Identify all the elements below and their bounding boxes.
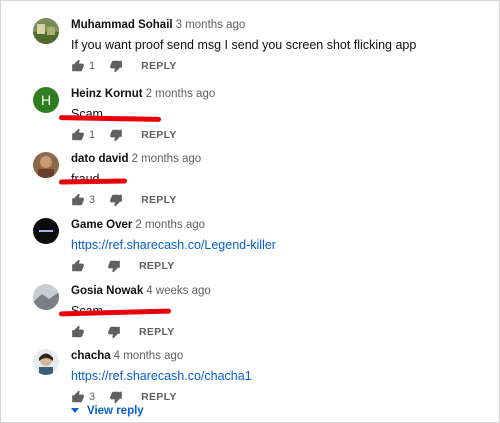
comment-timestamp[interactable]: 4 weeks ago <box>146 285 211 297</box>
reply-button[interactable]: REPLY <box>139 326 175 338</box>
reply-button[interactable]: REPLY <box>141 391 177 403</box>
comment-author[interactable]: dato david <box>71 153 129 165</box>
letter-avatar-icon[interactable]: H <box>33 87 59 113</box>
comment-link[interactable]: https://ref.sharecash.co/Legend-killer <box>71 238 481 253</box>
dark-logo-avatar-icon[interactable] <box>33 218 59 244</box>
comment-timestamp[interactable]: 2 months ago <box>132 153 202 165</box>
comment-text: fraud <box>71 172 481 187</box>
like-icon[interactable] <box>71 259 85 273</box>
comment-text: If you want proof send msg I send you sc… <box>71 38 417 52</box>
like-icon[interactable] <box>71 193 85 207</box>
like-count: 1 <box>89 129 96 141</box>
like-icon[interactable] <box>71 59 85 73</box>
avatar-letter: H <box>40 92 52 108</box>
dislike-icon[interactable] <box>109 193 123 207</box>
person-photo-avatar-icon[interactable] <box>33 152 59 178</box>
like-icon[interactable] <box>71 128 85 142</box>
comment-timestamp[interactable]: 2 months ago <box>146 88 216 100</box>
comment-timestamp[interactable]: 2 months ago <box>135 219 205 231</box>
comment-author[interactable]: Muhammad Sohail <box>71 19 173 31</box>
landscape-photo-avatar-icon[interactable] <box>33 18 59 44</box>
like-icon[interactable] <box>71 325 85 339</box>
reply-button[interactable]: REPLY <box>141 129 177 141</box>
comment-actions: REPLY <box>71 324 175 340</box>
landscape-photo-avatar-icon[interactable] <box>33 284 59 310</box>
dislike-icon[interactable] <box>107 325 121 339</box>
dislike-icon[interactable] <box>109 390 123 404</box>
comment-actions: 1 REPLY <box>71 58 177 74</box>
like-count: 3 <box>89 391 96 403</box>
comment-author[interactable]: Gosia Nowak <box>71 285 143 297</box>
comment-actions: REPLY <box>71 258 175 274</box>
view-reply-label: View reply <box>87 405 144 417</box>
dislike-icon[interactable] <box>107 259 121 273</box>
reply-button[interactable]: REPLY <box>139 260 175 272</box>
comment-timestamp[interactable]: 3 months ago <box>176 19 246 31</box>
like-count: 3 <box>89 194 96 206</box>
comment-author[interactable]: Game Over <box>71 219 132 231</box>
comment-author[interactable]: chacha <box>71 350 111 362</box>
reply-button[interactable]: REPLY <box>141 194 177 206</box>
comment-actions: 3 REPLY <box>71 192 177 208</box>
comment-link[interactable]: https://ref.sharecash.co/chacha1 <box>71 369 481 384</box>
like-icon[interactable] <box>71 390 85 404</box>
comment-actions: 1 REPLY <box>71 127 177 143</box>
view-reply-button[interactable]: View reply <box>71 405 144 417</box>
dislike-icon[interactable] <box>109 128 123 142</box>
comment-timestamp[interactable]: 4 months ago <box>114 350 184 362</box>
comments-panel: Muhammad Sohail 3 months ago If you want … <box>0 0 500 423</box>
like-count: 1 <box>89 60 96 72</box>
reply-button[interactable]: REPLY <box>141 60 177 72</box>
person-photo-avatar-icon[interactable] <box>33 349 59 375</box>
dislike-icon[interactable] <box>109 59 123 73</box>
comment-actions: 3 REPLY <box>71 389 177 405</box>
chevron-down-icon <box>71 405 79 417</box>
comment-author[interactable]: Heinz Kornut <box>71 88 143 100</box>
